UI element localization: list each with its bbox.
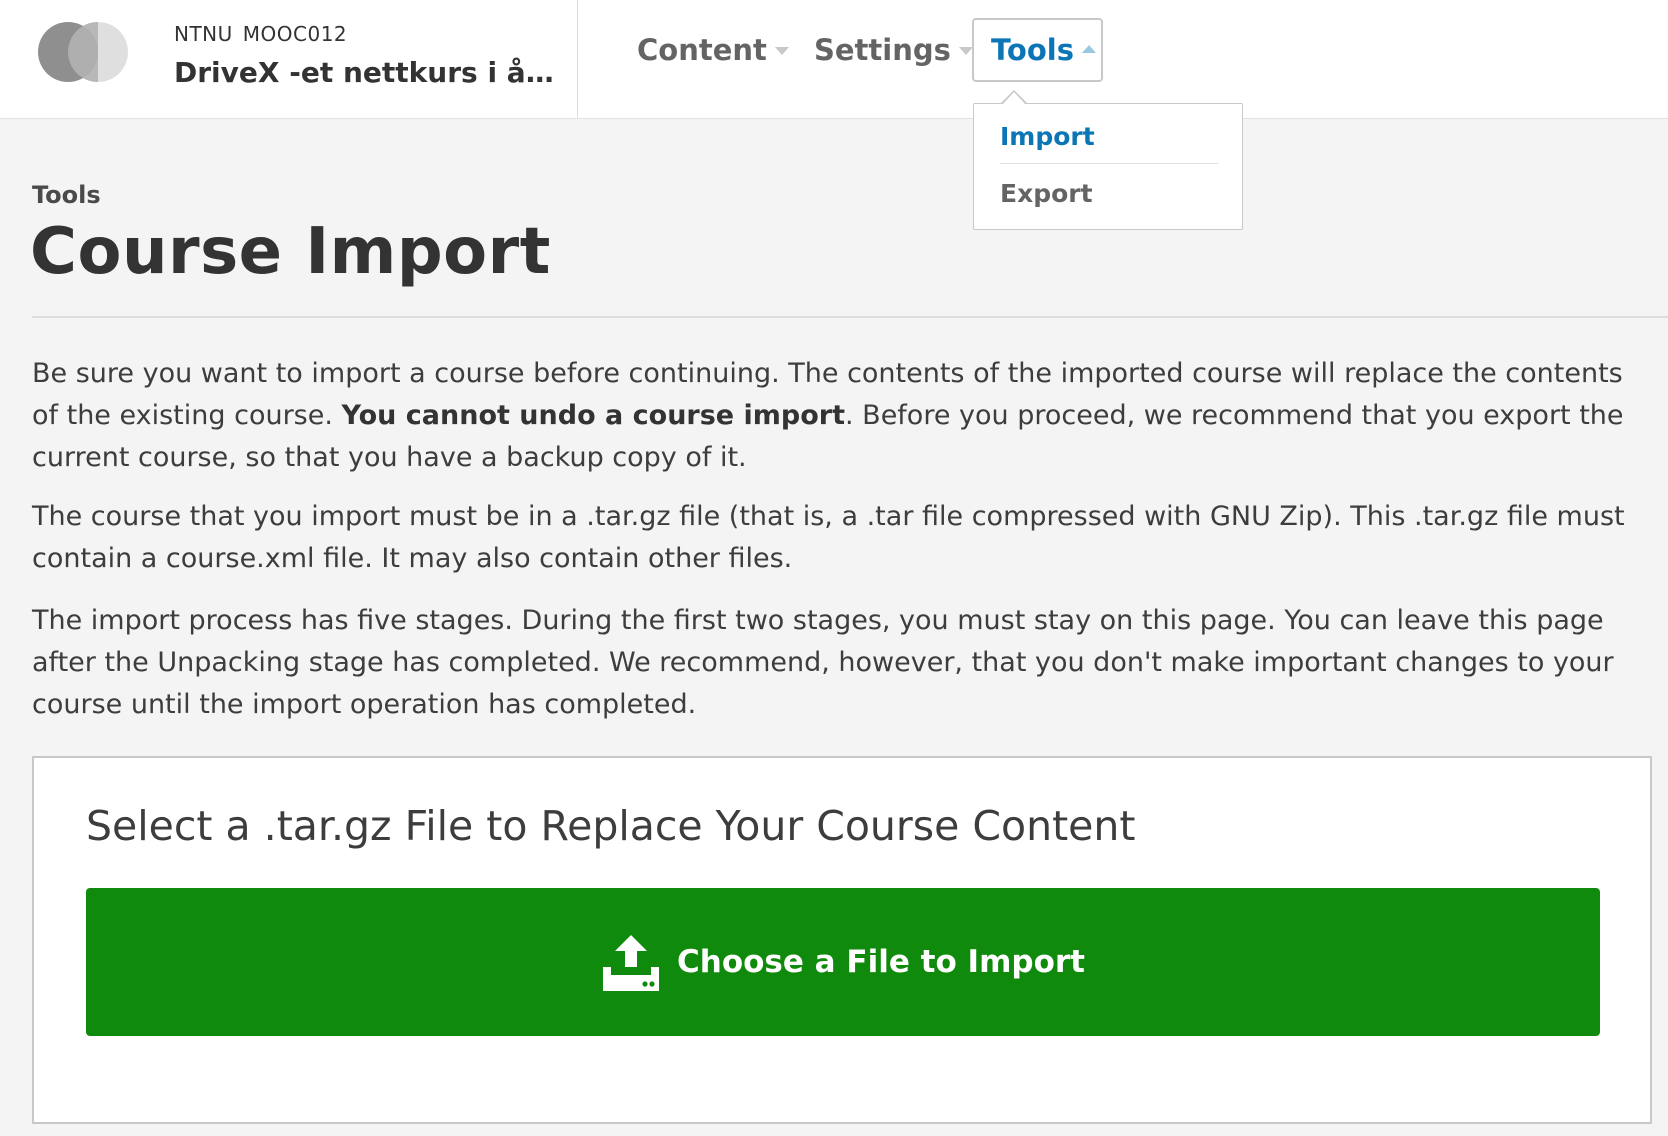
intro-paragraph-format: The course that you import must be in a … [32, 501, 1625, 574]
import-panel: Select a .tar.gz File to Replace Your Co… [32, 756, 1652, 1124]
course-number: MOOC012 [242, 22, 348, 46]
chevron-up-icon [1081, 45, 1096, 53]
dropdown-pointer-inner [1002, 92, 1026, 105]
intro-1-bold: You cannot undo a course import [341, 400, 845, 431]
org-logo[interactable] [36, 20, 128, 84]
chevron-down-icon [958, 47, 973, 55]
menu-item-import[interactable]: Import [1000, 122, 1218, 164]
chevron-down-icon [774, 47, 789, 55]
course-org-number: NTNU MOOC012 [174, 22, 347, 46]
breadcrumb: Tools [32, 181, 101, 209]
nav-tools-menu[interactable]: Tools [972, 18, 1103, 82]
choose-file-button[interactable]: Choose a File to Import [86, 888, 1600, 1036]
nav-content-label: Content [637, 33, 767, 67]
nav-content-menu[interactable]: Content [637, 18, 789, 82]
nav-tools-label: Tools [991, 33, 1074, 67]
title-divider [32, 316, 1668, 318]
menu-item-export[interactable]: Export [1000, 179, 1218, 208]
choose-file-label: Choose a File to Import [677, 944, 1085, 980]
intro-paragraph-warning: Be sure you want to import a course befo… [32, 353, 1650, 479]
top-header: NTNU MOOC012 DriveX -et nettkurs i å lage… [0, 0, 1668, 119]
tools-dropdown: Import Export [973, 103, 1243, 230]
page-title: Course Import [30, 215, 551, 289]
nav-settings-menu[interactable]: Settings [814, 18, 973, 82]
course-title[interactable]: DriveX -et nettkurs i å lage [174, 56, 554, 89]
nav-settings-label: Settings [814, 33, 951, 67]
header-divider [577, 0, 578, 118]
course-org: NTNU [174, 22, 233, 46]
intro-paragraph-stages: The import process has five stages. Duri… [32, 605, 1614, 720]
import-panel-title: Select a .tar.gz File to Replace Your Co… [86, 802, 1136, 850]
upload-icon [603, 935, 659, 991]
